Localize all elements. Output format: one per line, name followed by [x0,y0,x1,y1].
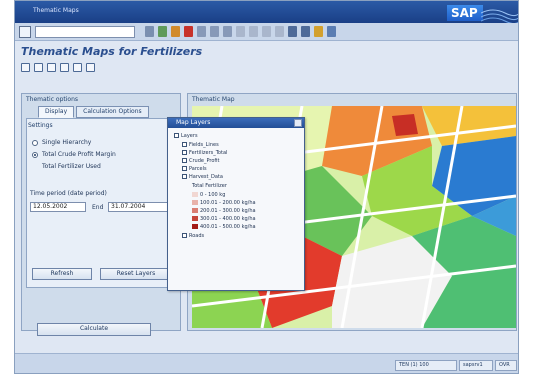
popup-title: Map Layers [168,118,304,128]
legend-swatch [192,208,198,213]
checkbox-icon[interactable] [182,150,187,155]
layer-popup[interactable]: Map Layers Layers Fields_Lines Fertilize… [167,117,305,291]
period-label: Time period (date period) [30,190,107,197]
prev-page-icon[interactable] [249,26,258,37]
next-page-icon[interactable] [262,26,271,37]
save-icon[interactable] [145,26,154,37]
print-map-icon[interactable] [73,63,82,72]
tree-label: Parcels [189,165,207,172]
legend-item: 400.01 - 500.00 kg/ha [192,223,256,230]
refresh-button[interactable]: Refresh [32,268,92,280]
toolbar-icons [145,26,336,38]
legend-label: 100.01 - 200.00 kg/ha [200,199,256,206]
date-to-label: End [92,204,104,211]
tree-label: Layers [181,132,198,139]
legend-item: 0 - 100 kg [192,191,225,198]
exit-icon[interactable] [171,26,180,37]
tree-label: Fields_Lines [189,141,219,148]
radio-label: Total Crude Profit Margin [42,151,116,158]
legend-item: 100.01 - 200.00 kg/ha [192,199,256,206]
checkbox-icon[interactable] [182,166,187,171]
status-bar: TEN (1) 100 sapsrv1 OVR [15,353,518,373]
legend-swatch [192,216,198,221]
sap-logo: SAP [447,5,483,21]
tree-label: Fertilizers_Total [189,149,228,156]
status-mode: OVR [495,360,517,371]
sap-swirl-graphic [481,9,518,23]
window-title-bar: Thematic Maps SAP [15,1,518,23]
legend-swatch [192,192,198,197]
legend-swatch [192,224,198,229]
checkbox-icon[interactable] [182,142,187,147]
tab-calculation-options[interactable]: Calculation Options [76,106,149,118]
radio-crude-profit[interactable] [32,152,38,158]
tree-item[interactable]: Fertilizers_Total [182,149,227,156]
legend-title: Total Fertilizer [192,182,227,189]
close-icon[interactable] [294,119,302,127]
standard-toolbar [15,23,518,41]
thematic-options-panel: Thematic options Display Calculation Opt… [21,93,181,331]
date-to-field[interactable]: 31.07.2004 [108,202,172,212]
checkbox-icon[interactable] [182,174,187,179]
print-icon[interactable] [197,26,206,37]
cancel-icon[interactable] [184,26,193,37]
enter-icon[interactable] [19,26,31,38]
tree-item[interactable]: Harvest_Data [182,173,223,180]
zoom-icon[interactable] [34,63,43,72]
legend-icon[interactable] [60,63,69,72]
last-page-icon[interactable] [275,26,284,37]
map-title: Thematic Map [192,96,235,103]
settings-title: Settings [28,122,53,129]
help-icon[interactable] [314,26,323,37]
new-session-icon[interactable] [288,26,297,37]
legend-label: 400.01 - 500.00 kg/ha [200,223,256,230]
reset-layers-button[interactable]: Reset Layers [100,268,172,280]
legend-item: 300.01 - 400.00 kg/ha [192,215,256,222]
sap-gui-window: Thematic Maps SAP Thematic Maps for Fert… [14,0,519,374]
legend-swatch [192,200,198,205]
legend-label: 200.01 - 300.00 kg/ha [200,207,256,214]
radio-single-hierarchy[interactable] [32,140,38,146]
checkbox-icon[interactable] [174,133,179,138]
checkbox-icon[interactable] [182,158,187,163]
legend-label: 300.01 - 400.00 kg/ha [200,215,256,222]
find-next-icon[interactable] [223,26,232,37]
shortcut-icon[interactable] [301,26,310,37]
date-from-field[interactable]: 12.05.2002 [30,202,86,212]
calculate-button[interactable]: Calculate [37,323,151,336]
tab-display[interactable]: Display [38,106,75,118]
tree-root[interactable]: Layers [174,132,198,139]
checkbox-icon[interactable] [182,233,187,238]
tree-label: Harvest_Data [189,173,223,180]
window-title: Thematic Maps [33,7,79,14]
settings-icon[interactable] [327,26,336,37]
page-title: Thematic Maps for Fertilizers [21,45,203,58]
display-icon[interactable] [21,63,30,72]
application-toolbar [21,63,95,75]
tab-strip: Display Calculation Options [38,106,149,118]
radio-label: Total Fertilizer Used [42,163,101,170]
status-server: sapsrv1 [459,360,493,371]
panel-title: Thematic options [26,96,79,103]
tree-item[interactable]: Roads [182,232,204,239]
status-system: TEN (1) 100 [395,360,457,371]
tree-label: Crude_Profit [189,157,220,164]
tree-item[interactable]: Parcels [182,165,207,172]
tree-label: Roads [189,232,205,239]
find-icon[interactable] [210,26,219,37]
back-icon[interactable] [158,26,167,37]
legend-title-label: Total Fertilizer [192,182,227,189]
command-field[interactable] [35,26,135,38]
map-settings-icon[interactable] [86,63,95,72]
radio-label: Single Hierarchy [42,139,92,146]
legend-item: 200.01 - 300.00 kg/ha [192,207,256,214]
legend-label: 0 - 100 kg [200,191,226,198]
tree-item[interactable]: Fields_Lines [182,141,219,148]
first-page-icon[interactable] [236,26,245,37]
layer-icon[interactable] [47,63,56,72]
tree-item[interactable]: Crude_Profit [182,157,220,164]
